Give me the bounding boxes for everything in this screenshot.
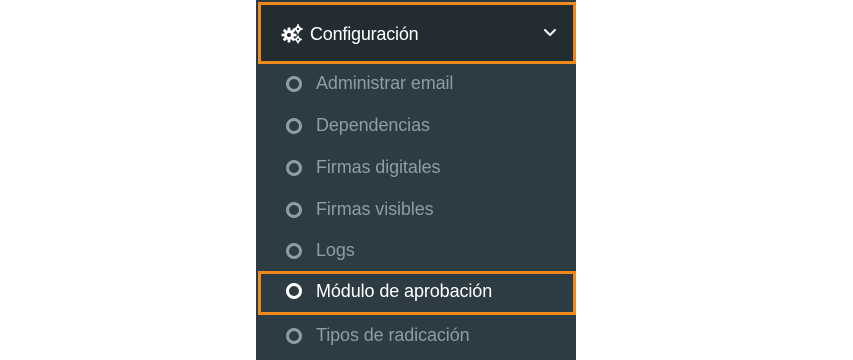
circle-outline-icon	[286, 76, 302, 92]
circle-outline-icon	[286, 328, 302, 344]
chevron-down-icon[interactable]	[542, 26, 558, 40]
circle-outline-icon	[286, 160, 302, 176]
menu-item-firmas-visibles[interactable]: Firmas visibles	[256, 190, 576, 230]
section-label: Configuración	[310, 24, 419, 44]
cogs-icon	[281, 24, 303, 44]
menu-item-modulo-de-aprobacion[interactable]: Módulo de aprobación	[258, 271, 576, 315]
circle-outline-icon	[286, 283, 302, 299]
menu-item-label: Firmas digitales	[316, 157, 441, 177]
menu-item-logs[interactable]: Logs	[256, 231, 576, 271]
sidebar: Configuración Administrar email Dependen…	[256, 0, 576, 360]
circle-outline-icon	[286, 118, 302, 134]
menu-item-label: Administrar email	[316, 73, 454, 93]
menu-item-label: Módulo de aprobación	[316, 281, 493, 301]
menu-item-dependencias[interactable]: Dependencias	[256, 106, 576, 146]
menu-item-label: Firmas visibles	[316, 199, 434, 219]
circle-outline-icon	[286, 243, 302, 259]
menu-item-tipos-de-radicacion[interactable]: Tipos de radicación	[256, 316, 576, 356]
menu-item-firmas-digitales[interactable]: Firmas digitales	[256, 148, 576, 188]
menu-item-administrar-email[interactable]: Administrar email	[256, 64, 576, 104]
menu-item-label: Logs	[316, 240, 355, 260]
menu-item-label: Tipos de radicación	[316, 325, 470, 345]
circle-outline-icon	[286, 202, 302, 218]
menu-item-label: Dependencias	[316, 115, 430, 135]
configuracion-section-header[interactable]: Configuración	[258, 2, 576, 64]
